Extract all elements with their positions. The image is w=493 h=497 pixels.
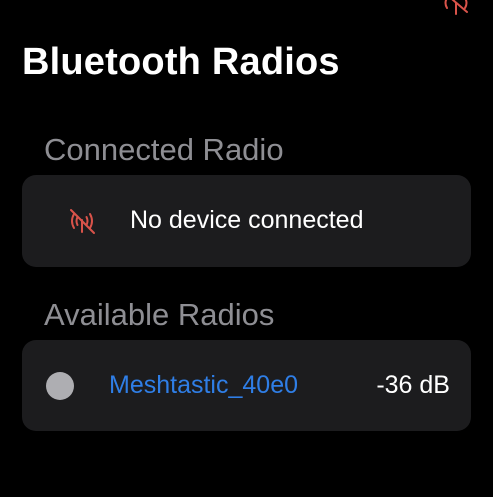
antenna-slash-icon: [444, 0, 468, 15]
available-radios-list: Meshtastic_40e0 -36 dB: [22, 340, 471, 431]
radio-status-dot: [46, 372, 74, 400]
bluetooth-radios-screen: Bluetooth Radios Connected Radio No devi…: [0, 0, 493, 497]
no-device-connected-text: No device connected: [130, 206, 364, 234]
available-radios-header: Available Radios: [44, 297, 275, 332]
page-title: Bluetooth Radios: [22, 41, 340, 83]
connected-radio-card: No device connected: [22, 175, 471, 267]
radio-signal-strength: -36 dB: [376, 371, 450, 399]
antenna-slash-icon: [70, 209, 95, 234]
radio-name-link[interactable]: Meshtastic_40e0: [109, 371, 298, 400]
connected-radio-header: Connected Radio: [44, 132, 284, 167]
